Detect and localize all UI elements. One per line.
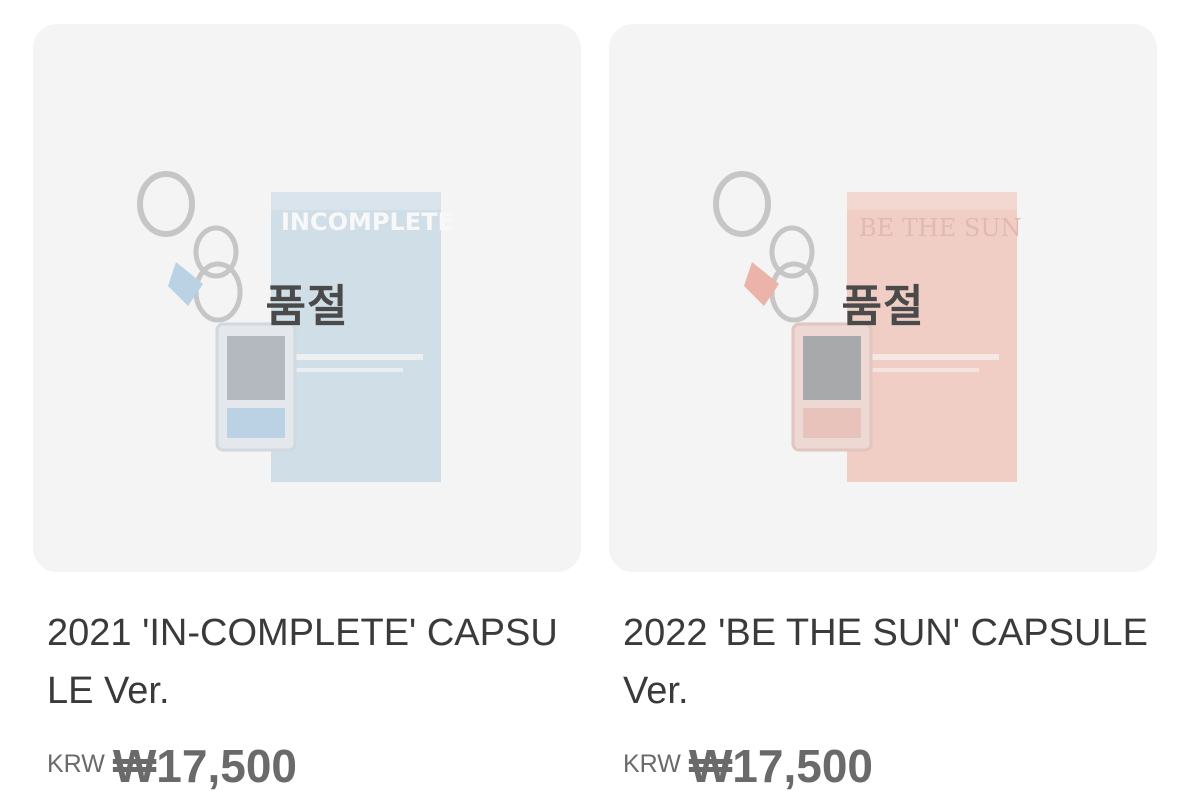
sold-out-label: 품절 [841, 281, 925, 332]
product-card[interactable]: INCOMPLETE 품절 2021 'IN-COMPLETE' CAPSULE… [33, 24, 581, 806]
product-card[interactable]: BE THE SUN 품절 2022 'BE THE SUN' CAPSULE … [609, 24, 1157, 806]
product-title[interactable]: 2022 'BE THE SUN' CAPSULE Ver. [623, 604, 1153, 720]
price-value: ₩17,500 [112, 740, 297, 792]
box-label: INCOMPLETE [281, 208, 454, 236]
product-title[interactable]: 2021 'IN-COMPLETE' CAPSULE Ver. [47, 604, 577, 720]
price-value: ₩17,500 [688, 740, 873, 792]
currency-label: KRW [623, 750, 681, 778]
product-grid: INCOMPLETE 품절 2021 'IN-COMPLETE' CAPSULE… [0, 0, 1200, 806]
currency-label: KRW [47, 750, 105, 778]
box-label: BE THE SUN [859, 214, 1022, 242]
sold-out-label: 품절 [265, 281, 349, 332]
price-row: KRW ₩17,500 [47, 737, 297, 793]
product-thumbnail[interactable]: BE THE SUN 품절 [609, 24, 1157, 572]
product-thumbnail[interactable]: INCOMPLETE 품절 [33, 24, 581, 572]
price-row: KRW ₩17,500 [623, 737, 873, 793]
